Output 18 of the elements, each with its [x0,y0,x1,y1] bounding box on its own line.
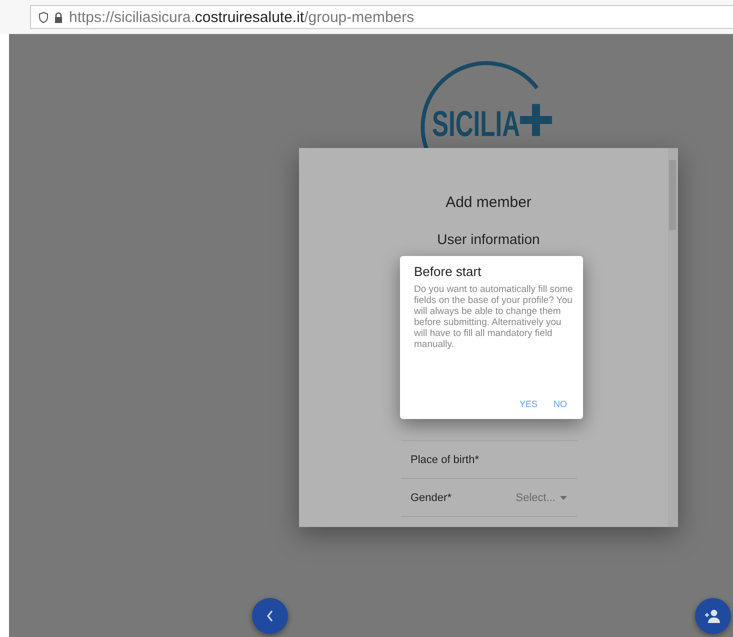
field-label: Place of birth* [410,454,479,466]
scrollbar-thumb[interactable] [669,160,676,230]
lock-icon [54,12,63,22]
address-bar[interactable]: https://siciliasicura.costruiresalute.it/group-members [30,5,733,29]
dialog-title: Before start [414,264,482,279]
dialog-message: Do you want to automatically fill some fields on the base of your profile? You will always be able to change them before submitting. Alternatively you will have to fill all mandatory field manually. [414,285,574,351]
back-button[interactable] [252,598,288,634]
form-field[interactable]: Gender* Select... [400,479,576,517]
shield-icon [39,12,48,22]
caret-icon [560,496,566,500]
add-person-icon [704,609,722,623]
add-person-button[interactable] [695,598,731,634]
url-text: https://siciliasicura.costruiresalute.it/group-members [69,8,414,26]
chevron-left-icon [266,610,274,622]
field-label: Gender* [410,492,452,504]
section-heading: User information [437,231,540,247]
form-field[interactable]: Place of birth* [400,440,576,479]
modal-title: Add member [446,194,532,211]
